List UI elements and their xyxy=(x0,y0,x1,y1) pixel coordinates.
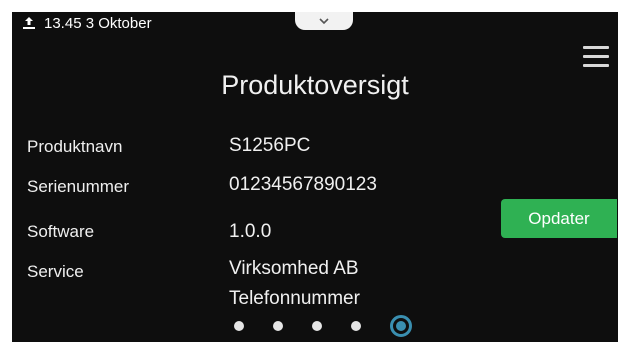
page-title: Produktoversigt xyxy=(221,70,409,100)
label-software: Software xyxy=(27,222,95,241)
page-dot-4[interactable] xyxy=(351,321,361,331)
page-indicator xyxy=(234,314,412,338)
page-dot-2[interactable] xyxy=(273,321,283,331)
page-dot-3[interactable] xyxy=(312,321,322,331)
screen: 13.45 3 Oktober Produktoversigt Produktn… xyxy=(12,12,618,342)
update-button[interactable]: Opdater xyxy=(501,199,617,238)
upload-icon xyxy=(22,16,36,30)
page-dot-5-active[interactable] xyxy=(390,315,412,337)
value-product-name: S1256PC xyxy=(229,135,311,156)
value-service-phone: Telefonnummer xyxy=(229,288,360,309)
label-service: Service xyxy=(27,262,84,281)
value-service-company: Virksomhed AB xyxy=(229,258,359,279)
status-datetime: 13.45 3 Oktober xyxy=(44,14,152,32)
pull-down-tab[interactable] xyxy=(295,12,353,30)
value-software-version: 1.0.0 xyxy=(229,221,272,242)
chevron-down-icon xyxy=(318,12,330,30)
value-serial-number: 01234567890123 xyxy=(229,174,377,195)
label-product-name: Produktnavn xyxy=(27,137,123,156)
hamburger-menu-icon[interactable] xyxy=(583,46,609,68)
page-dot-1[interactable] xyxy=(234,321,244,331)
label-serial-number: Serienummer xyxy=(27,177,130,196)
status-bar: 13.45 3 Oktober xyxy=(22,12,152,34)
